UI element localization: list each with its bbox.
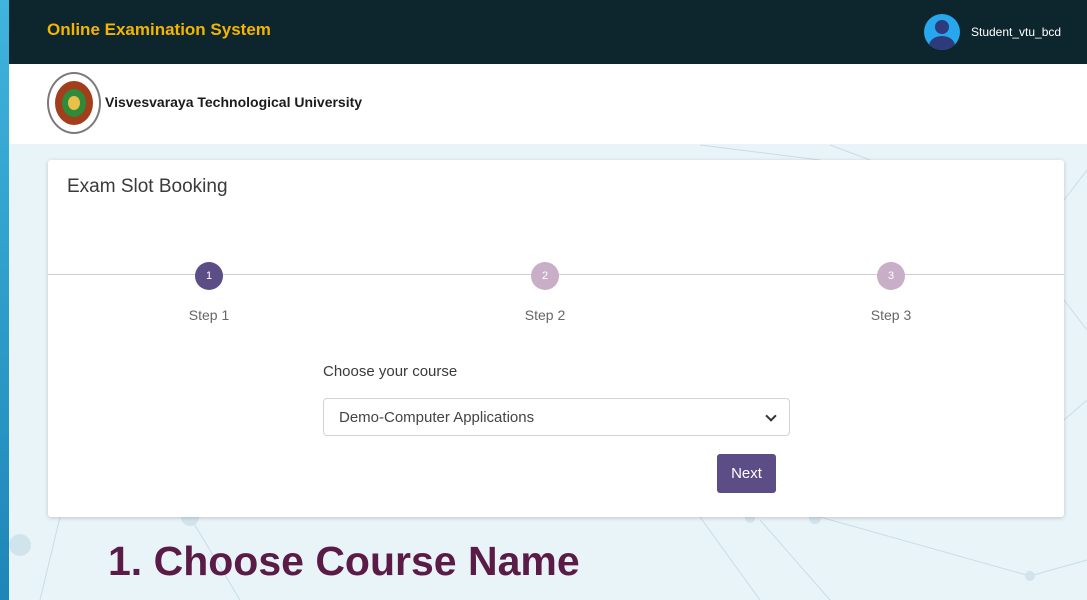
username[interactable]: Student_vtu_bcd — [971, 25, 1061, 39]
course-select-value: Demo-Computer Applications — [339, 409, 535, 426]
course-select-label: Choose your course — [323, 363, 458, 380]
slide-caption: 1. Choose Course Name — [108, 538, 580, 584]
user-avatar-icon[interactable] — [924, 14, 960, 50]
university-seal-logo — [47, 72, 101, 134]
course-select[interactable]: Demo-Computer Applications — [323, 398, 790, 436]
step-3-label: Step 3 — [870, 307, 912, 323]
step-2-label: Step 2 — [524, 307, 566, 323]
step-2-indicator: 2 — [531, 262, 559, 290]
exam-slot-booking-card: Exam Slot Booking 1 Step 1 2 Step 2 3 St… — [48, 160, 1064, 517]
top-navbar: Online Examination System Student_vtu_bc… — [9, 0, 1087, 64]
page-title: Exam Slot Booking — [67, 176, 228, 197]
app-title[interactable]: Online Examination System — [47, 20, 271, 40]
step-1-label: Step 1 — [188, 307, 230, 323]
step-3-indicator: 3 — [877, 262, 905, 290]
chevron-down-icon — [765, 410, 777, 422]
left-accent-strip — [0, 0, 9, 600]
next-button[interactable]: Next — [717, 454, 776, 493]
university-header: Visvesvaraya Technological University — [9, 64, 1087, 144]
step-1-indicator: 1 — [195, 262, 223, 290]
university-name: Visvesvaraya Technological University — [105, 94, 363, 110]
